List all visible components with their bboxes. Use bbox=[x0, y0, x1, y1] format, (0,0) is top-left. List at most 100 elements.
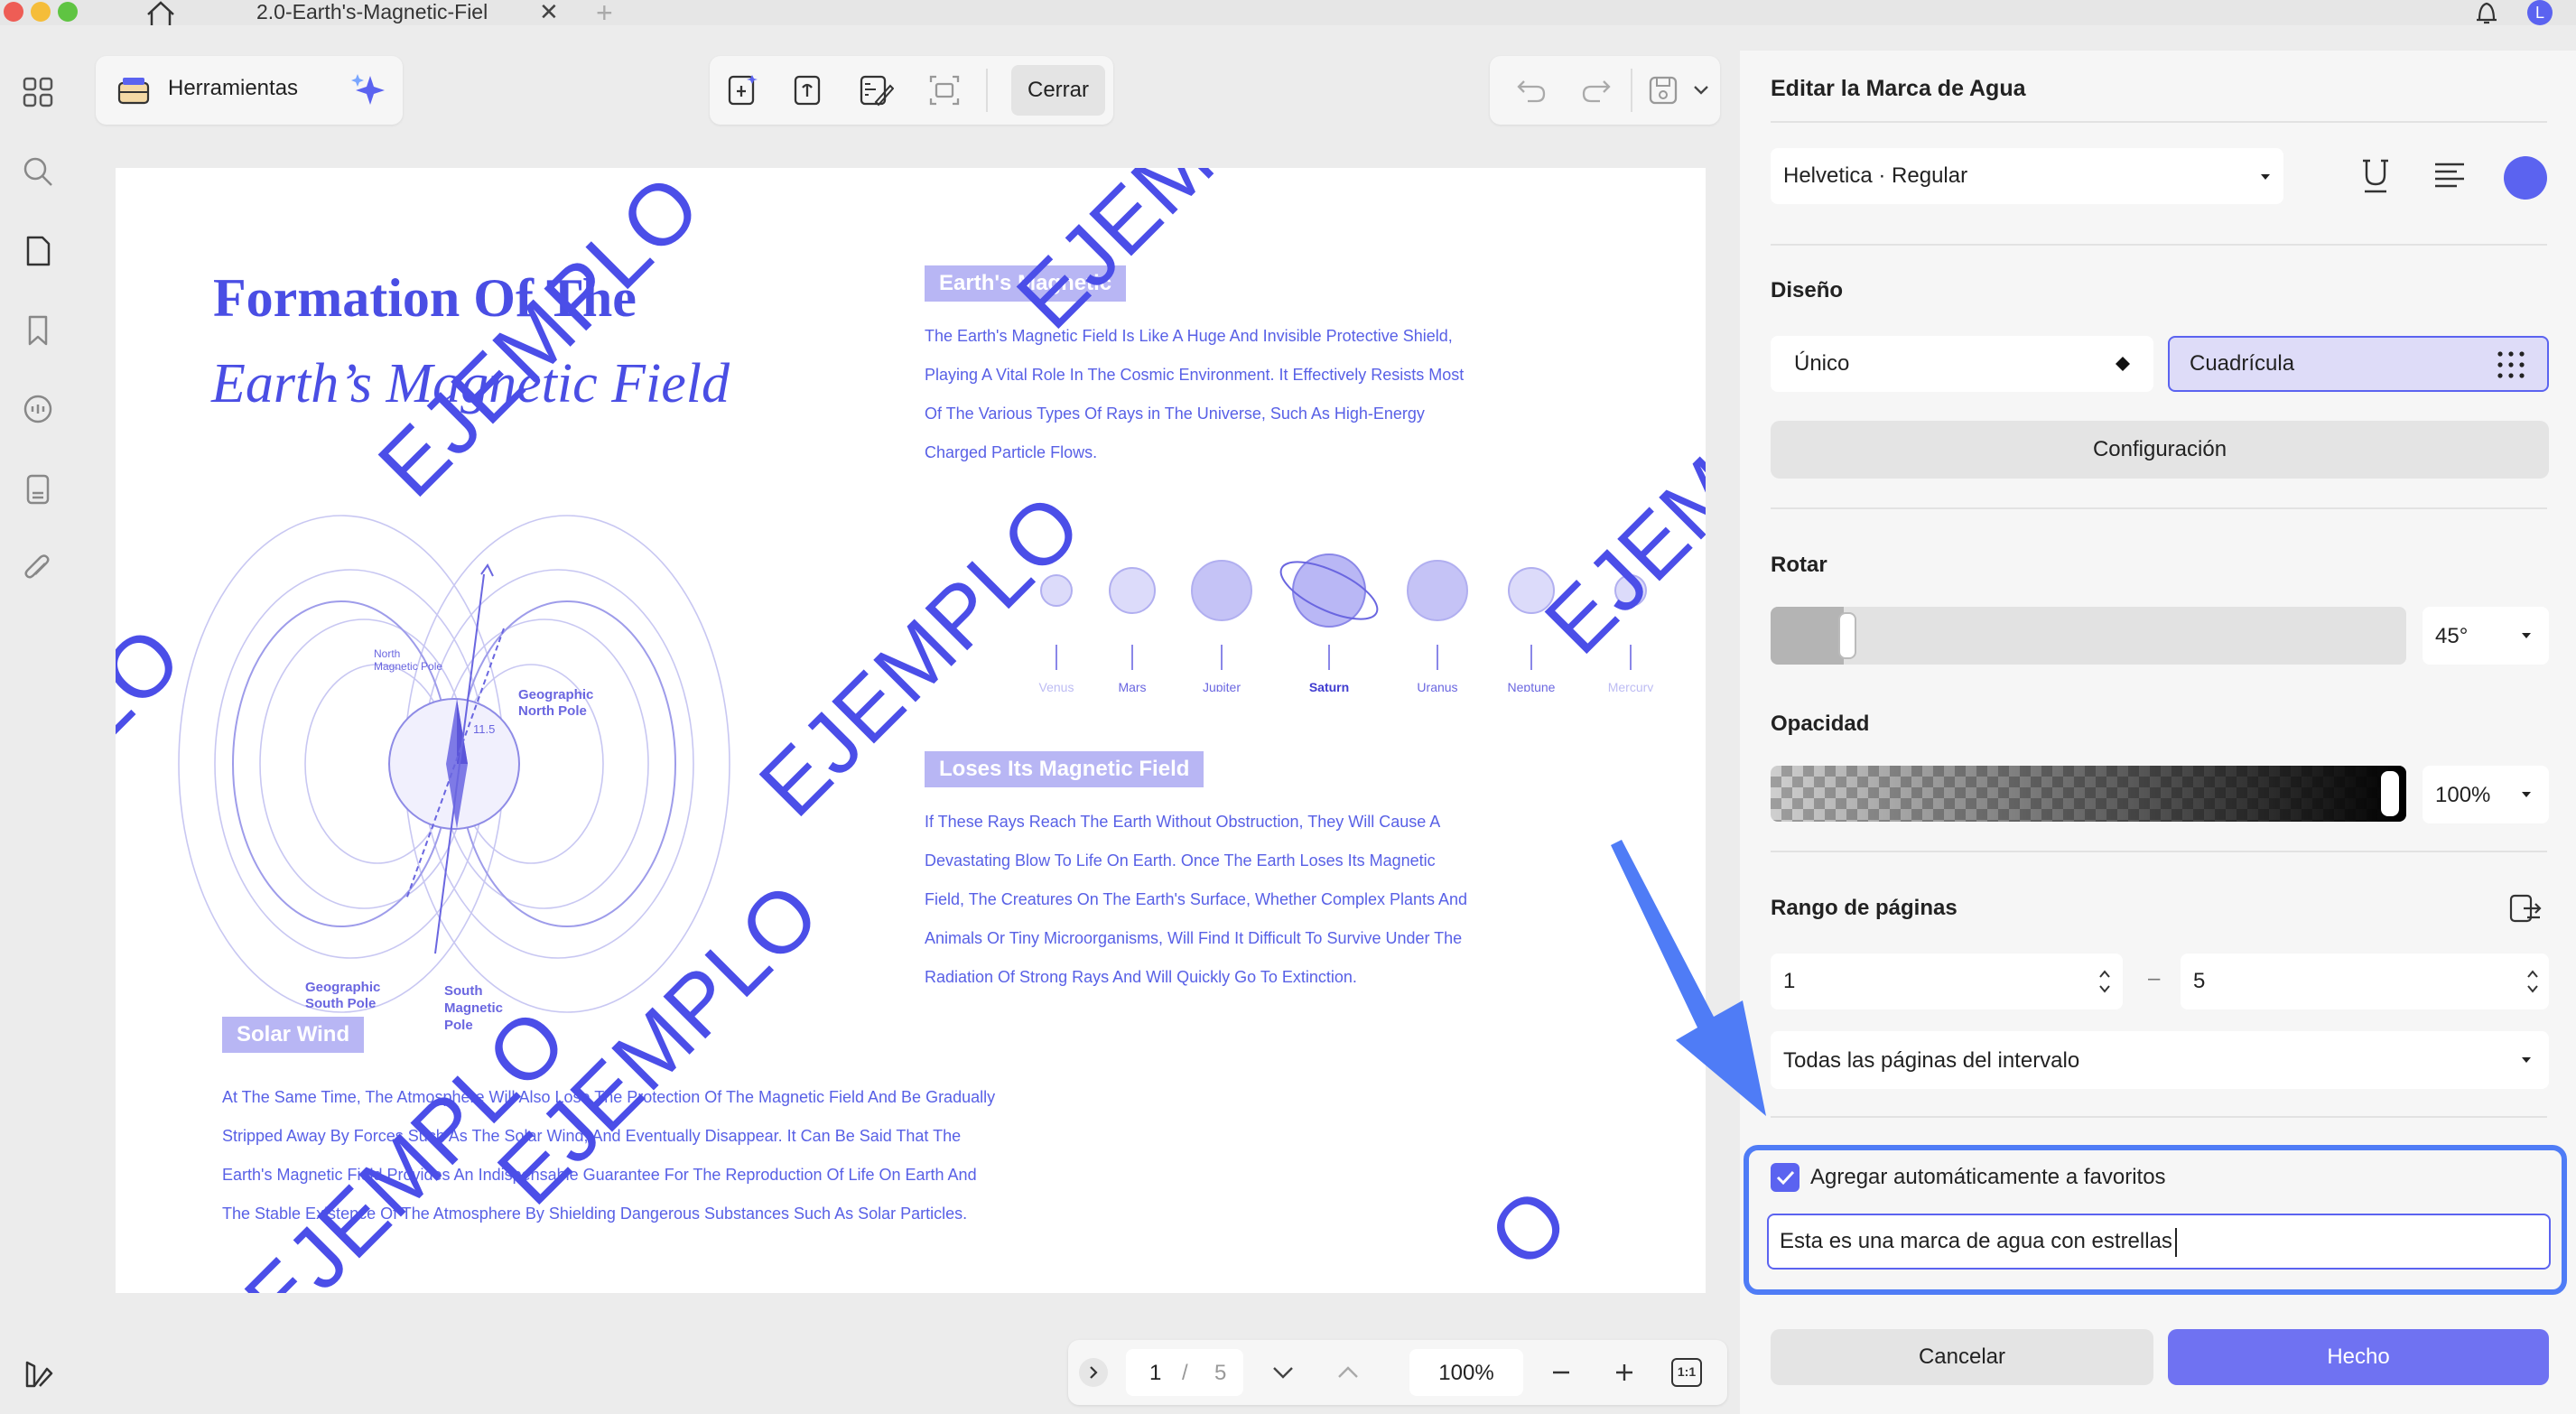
section1-line-1: The Earth's Magnetic Field Is Like A Hug… bbox=[925, 327, 1453, 345]
planet-label: Uranus bbox=[1417, 680, 1457, 692]
section2-line-1: If These Rays Reach The Earth Without Ob… bbox=[925, 813, 1441, 831]
minimize-window-button[interactable] bbox=[31, 2, 51, 22]
configuration-button[interactable]: Configuración bbox=[1771, 421, 2549, 479]
diagram-label-angle: 11.5 bbox=[473, 722, 495, 736]
opacity-slider-thumb[interactable] bbox=[2381, 771, 2399, 816]
section2-line-2: Devastating Blow To Life On Earth. Once … bbox=[925, 851, 1436, 870]
zoom-window-button[interactable] bbox=[58, 2, 78, 22]
section-header-solar-wind: Solar Wind bbox=[222, 1017, 365, 1053]
text-caret bbox=[2175, 1228, 2177, 1257]
planet-label: Saturn bbox=[1309, 680, 1349, 692]
comment-icon[interactable] bbox=[18, 390, 58, 430]
attachment-icon[interactable] bbox=[18, 549, 58, 589]
watermark-text: EJEMPLO bbox=[359, 168, 720, 516]
new-tab-icon[interactable]: + bbox=[596, 0, 613, 30]
zoom-input[interactable]: 100% bbox=[1409, 1349, 1523, 1396]
toolbar-divider bbox=[986, 69, 988, 112]
range-dash: – bbox=[2148, 966, 2161, 991]
tools-label[interactable]: Herramientas bbox=[168, 76, 298, 101]
checkmark-icon bbox=[1776, 1170, 1795, 1186]
bell-icon[interactable] bbox=[2472, 0, 2501, 25]
section2-line-4: Animals Or Tiny Microorganisms, Will Fin… bbox=[925, 929, 1463, 947]
close-button[interactable]: Cerrar bbox=[1011, 65, 1105, 116]
option-grid-label: Cuadrícula bbox=[2190, 351, 2295, 376]
divider bbox=[1771, 507, 2547, 509]
option-grid[interactable]: Cuadrícula bbox=[2168, 336, 2549, 392]
undo-icon[interactable] bbox=[1510, 69, 1553, 112]
chevron-right-icon[interactable] bbox=[1079, 1358, 1108, 1387]
zoom-value: 100% bbox=[1438, 1361, 1494, 1385]
watermark-tools-group: Cerrar bbox=[710, 56, 1113, 125]
page-icon[interactable] bbox=[18, 231, 58, 271]
diamond-icon bbox=[2116, 357, 2130, 371]
bookmark-icon[interactable] bbox=[18, 311, 58, 350]
font-select[interactable]: Helvetica · Regular bbox=[1771, 148, 2283, 204]
close-window-button[interactable] bbox=[4, 2, 23, 22]
auto-favorites-checkbox[interactable] bbox=[1771, 1163, 1799, 1192]
done-button[interactable]: Hecho bbox=[2168, 1329, 2549, 1385]
range-to-input[interactable]: 5 bbox=[2181, 954, 2549, 1009]
total-pages: 5 bbox=[1214, 1361, 1227, 1385]
rotate-select[interactable]: 45° bbox=[2423, 607, 2549, 665]
background-icon[interactable] bbox=[854, 69, 897, 112]
done-label: Hecho bbox=[2327, 1344, 2390, 1369]
rotate-slider-track[interactable] bbox=[1771, 607, 2406, 665]
watermark-text: O bbox=[1470, 1169, 1588, 1287]
page-navigation-bar: 1 / 5 100% 1:1 bbox=[1068, 1340, 1727, 1405]
document-icon[interactable] bbox=[18, 470, 58, 509]
current-page: 1 bbox=[1149, 1361, 1162, 1385]
range-from-input[interactable]: 1 bbox=[1771, 954, 2123, 1009]
option-single[interactable]: Único bbox=[1771, 336, 2153, 392]
magnetic-field-diagram: North Magnetic Pole Geographic North Pol… bbox=[178, 515, 730, 1033]
page-number-input[interactable]: 1 / 5 bbox=[1126, 1349, 1243, 1396]
color-picker-swatch[interactable] bbox=[2504, 156, 2547, 200]
rotate-slider-thumb[interactable] bbox=[1837, 612, 1856, 659]
zoom-out-icon[interactable] bbox=[1547, 1358, 1576, 1387]
watermark-text-input[interactable]: Esta es una marca de agua con estrellas bbox=[1767, 1214, 2551, 1270]
title-bar: 2.0-Earth's-Magnetic-Fiel ✕ + L bbox=[0, 0, 2576, 29]
align-icon[interactable] bbox=[2430, 155, 2469, 197]
left-sidebar bbox=[0, 25, 76, 1414]
tab-title[interactable]: 2.0-Earth's-Magnetic-Fiel bbox=[256, 0, 488, 24]
next-page-icon[interactable] bbox=[1269, 1358, 1297, 1387]
planet-saturn bbox=[1292, 554, 1366, 628]
opacity-label: Opacidad bbox=[1771, 712, 1870, 736]
swap-range-icon[interactable] bbox=[2507, 890, 2543, 926]
save-icon[interactable] bbox=[1641, 69, 1685, 112]
redo-icon[interactable] bbox=[1575, 69, 1618, 112]
planet-jupiter bbox=[1191, 560, 1252, 621]
stepper-icon[interactable] bbox=[2097, 964, 2112, 999]
diagram-label-geo-north-1: Geographic bbox=[518, 687, 593, 702]
cancel-button[interactable]: Cancelar bbox=[1771, 1329, 2153, 1385]
chevron-down-icon[interactable] bbox=[1690, 76, 1712, 103]
watermark-text-value: Esta es una marca de agua con estrellas bbox=[1780, 1229, 2172, 1253]
stepper-icon[interactable] bbox=[2525, 964, 2540, 999]
layers-icon[interactable] bbox=[18, 1354, 58, 1394]
opacity-slider-track[interactable] bbox=[1771, 766, 2406, 822]
opacity-select[interactable]: 100% bbox=[2423, 766, 2549, 823]
rotate-value: 45° bbox=[2435, 624, 2469, 648]
toolbox-icon[interactable] bbox=[116, 72, 152, 108]
page-range-label: Rango de páginas bbox=[1771, 896, 1958, 920]
section1-line-3: Of The Various Types Of Rays in The Univ… bbox=[925, 405, 1425, 423]
zoom-in-icon[interactable] bbox=[1610, 1358, 1639, 1387]
screenshot-icon[interactable] bbox=[923, 69, 966, 112]
divider bbox=[1771, 121, 2547, 123]
tab-close-icon[interactable]: ✕ bbox=[539, 0, 559, 26]
range-from-value: 1 bbox=[1783, 969, 1796, 993]
user-avatar[interactable]: L bbox=[2527, 0, 2553, 25]
home-icon[interactable] bbox=[143, 0, 179, 25]
tools-group: Herramientas bbox=[96, 56, 403, 125]
previous-page-icon[interactable] bbox=[1334, 1358, 1362, 1387]
thumbnails-grid-icon[interactable] bbox=[18, 72, 58, 112]
edit-watermark-icon[interactable] bbox=[786, 69, 829, 112]
range-mode-select[interactable]: Todas las páginas del intervalo bbox=[1771, 1031, 2549, 1089]
planet-label: Mars bbox=[1118, 680, 1146, 692]
annotation-arrow-icon bbox=[1611, 840, 1766, 1116]
add-watermark-icon[interactable] bbox=[721, 69, 764, 112]
underline-icon[interactable] bbox=[2356, 155, 2395, 197]
ai-sparkle-icon[interactable] bbox=[349, 70, 388, 110]
search-icon[interactable] bbox=[18, 152, 58, 191]
section1-line-4: Charged Particle Flows. bbox=[925, 443, 1098, 461]
actual-size-button[interactable]: 1:1 bbox=[1671, 1358, 1702, 1387]
